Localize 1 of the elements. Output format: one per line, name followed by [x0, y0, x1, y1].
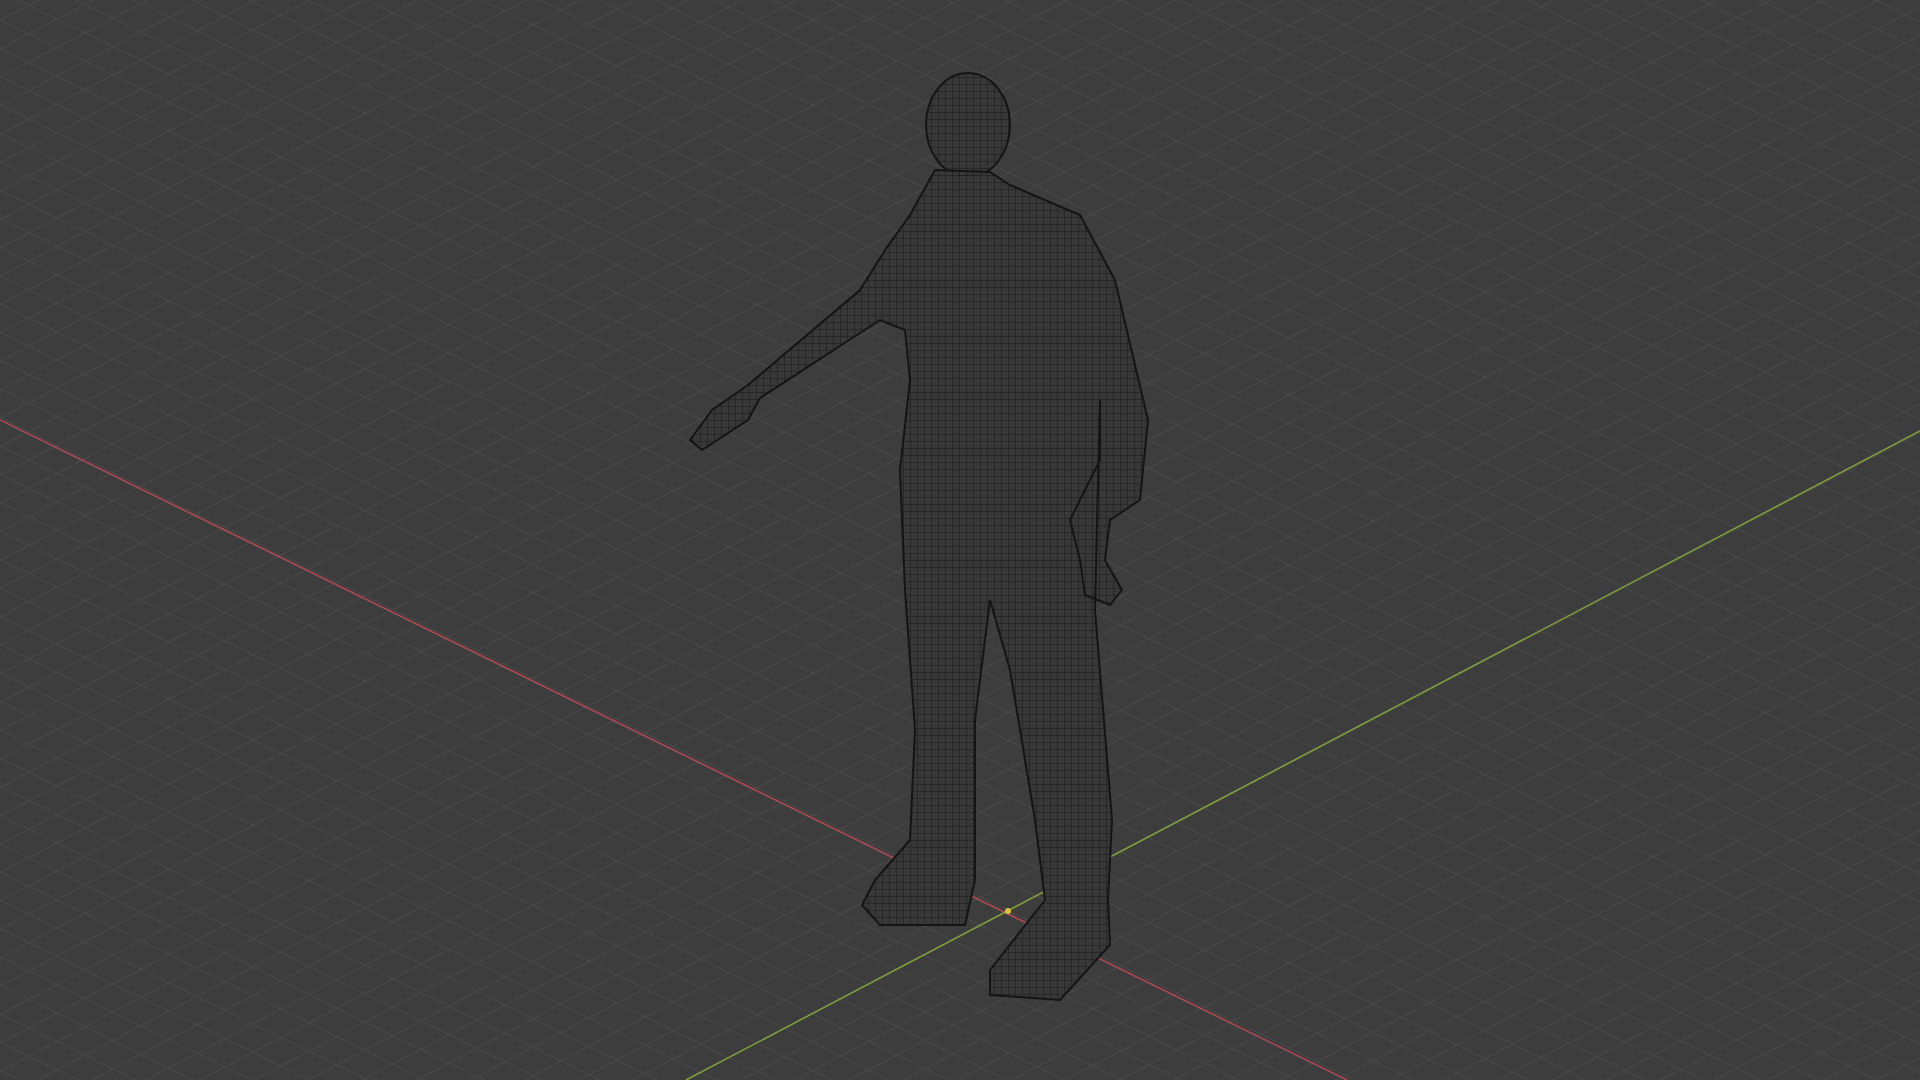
origin-icon [1005, 908, 1011, 914]
